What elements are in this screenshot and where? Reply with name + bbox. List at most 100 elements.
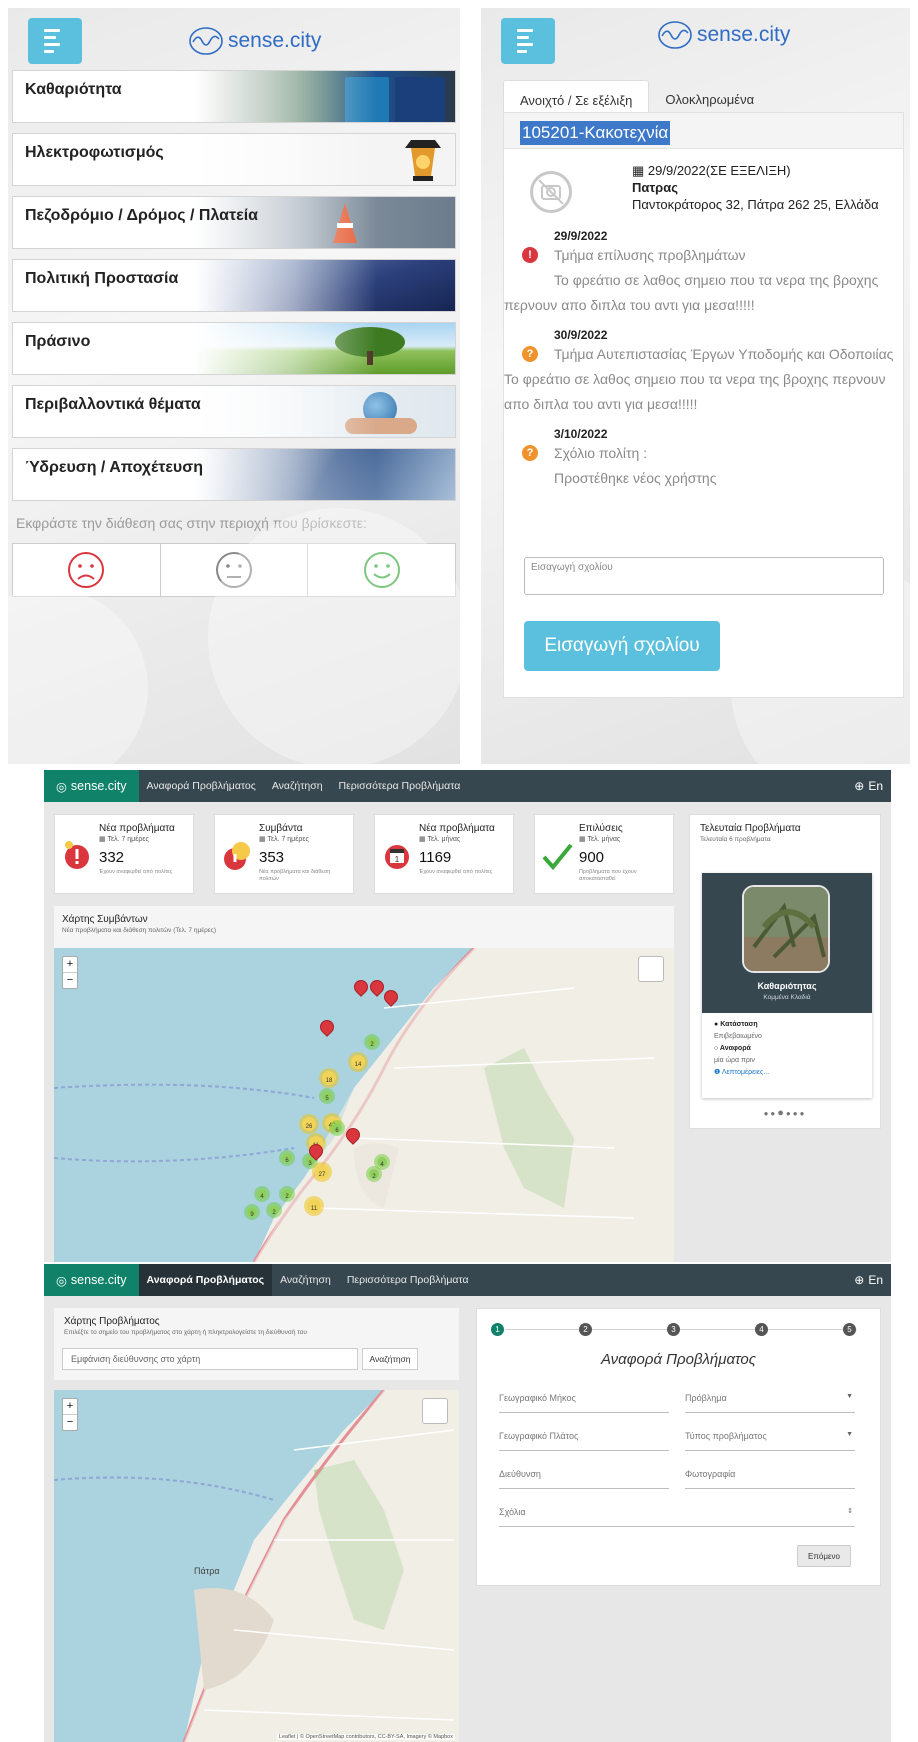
map-cluster[interactable]: 14 [348,1052,368,1072]
form-title: Αναφορά Προβλήματος [600,1351,757,1368]
menu-button[interactable] [28,18,82,64]
category-roads[interactable]: Πεζοδρόμιο / Δρόμος / Πλατεία [12,196,456,249]
timeline-department: Σχόλιο πολίτη : [554,445,648,461]
wave-logo-icon: ◎ [56,1273,67,1288]
map-cluster[interactable]: 6 [329,1120,345,1136]
problem-type-select[interactable]: Τύπος προβλήματος ▼ [685,1431,855,1451]
nav-item-more[interactable]: Περισσότερα Προβλήματα [339,1264,477,1296]
issue-date: ▦ 29/9/2022(ΣΕ ΕΞΕΛΙΞΗ) [632,163,791,179]
category-green[interactable]: Πράσινο [12,322,456,375]
zoom-out-button[interactable]: − [63,972,77,988]
timeline-date: 29/9/2022 [554,229,608,243]
map-tiles [54,1390,459,1742]
map-cluster[interactable]: 27 [312,1162,332,1182]
category-cleanliness[interactable]: Καθαριότητα [12,70,456,123]
issue-address: Παντοκράτορος 32, Πάτρα 262 25, Ελλάδα [632,197,879,212]
search-button[interactable]: Αναζήτηση [362,1348,418,1370]
menu-button[interactable] [501,18,555,64]
stat-title: Νέα προβλήματα [99,823,175,834]
map-cluster[interactable]: 2 [366,1166,382,1182]
category-label: Πράσινο [25,333,91,350]
nav-brand-text: sense.city [70,779,127,793]
problem-select[interactable]: Πρόβλημα ▼ [685,1393,855,1413]
svg-text:1: 1 [395,855,400,864]
layers-button[interactable] [638,956,664,982]
status-value: Επιβεβαιωμένο [714,1033,762,1040]
zoom-in-button[interactable]: + [63,1399,77,1414]
next-button[interactable]: Επόμενο [797,1545,851,1567]
step-1[interactable]: 1 [491,1323,504,1336]
language-switch[interactable]: ⊕ En [854,1273,883,1287]
step-5[interactable]: 5 [843,1323,856,1336]
stat-description: Προβλήματα που έχουν αποκατασταθεί [579,869,637,882]
stat-card-events: Συμβάντα ▦ Τελ. 7 ημέρες 353 Νέα προβλήμ… [214,814,354,894]
longitude-field[interactable]: Γεωγραφικό Μήκος [499,1393,669,1413]
carousel-dots[interactable]: ●●●●●● [690,1107,880,1119]
category-water[interactable]: Ύδρευση / Αποχέτευση [12,448,456,501]
category-civil-protection[interactable]: Πολιτική Προστασία [12,259,456,312]
latitude-field[interactable]: Γεωγραφικό Πλάτος [499,1431,669,1451]
nav-brand[interactable]: ◎ sense.city [44,770,139,802]
nav-item-search[interactable]: Αναζήτηση [272,1264,339,1296]
nav-brand[interactable]: ◎ sense.city [44,1264,139,1296]
zoom-out-button[interactable]: − [63,1414,77,1430]
timeline-date: 3/10/2022 [554,427,608,441]
language-switch[interactable]: ⊕ En [854,779,883,793]
language-label: En [868,1273,883,1287]
comments-field[interactable]: Σχόλια ⇕ [499,1507,855,1527]
map-attribution: Leaflet | © OpenStreetMap contributors, … [276,1734,455,1740]
address-field[interactable]: Διεύθυνση [499,1469,669,1489]
map-cluster[interactable]: 2 [266,1202,282,1218]
address-search-input[interactable]: Εμφάνιση διεύθυνσης στο χάρτη [62,1348,358,1370]
step-2[interactable]: 2 [579,1323,592,1336]
map-cluster[interactable]: 4 [254,1186,270,1202]
issue-title-bar: 105201-Κακοτεχνία [504,113,903,149]
map-cluster[interactable]: 6 [279,1150,295,1166]
events-map[interactable]: +− 2141852642611632742421192 [54,948,674,1262]
issue-card-header: Καθαριότητας Κομμένα Κλαδιά [702,873,872,1013]
map-cluster[interactable]: 18 [319,1068,339,1088]
issue-photo [742,885,830,973]
map-cluster[interactable]: 2 [279,1186,295,1202]
stat-title: Επιλύσεις [579,823,623,834]
cone-icon [333,203,357,243]
checkmark-icon [542,843,573,871]
stat-card-new-issues-week: Νέα προβλήματα ▦ Τελ. 7 ημέρες 332 Έχουν… [54,814,194,894]
problem-map[interactable]: Πάτρα + − Leaflet | © OpenStreetMap contr… [54,1390,459,1742]
comment-input[interactable]: Εισαγωγή σχολίου [524,557,884,595]
map-cluster[interactable]: 26 [299,1114,319,1134]
recent-issue-card[interactable]: Καθαριότητας Κομμένα Κλαδιά ● Κατάσταση … [702,873,872,1098]
details-link[interactable]: ❶ Λεπτομέρειες... [702,1067,872,1079]
add-comment-button[interactable]: Εισαγωγή σχολίου [524,621,720,671]
timeline-entry: 3/10/2022 ? Σχόλιο πολίτη : Προστέθηκε ν… [504,427,903,491]
category-label: Καθαριότητα [25,81,122,98]
language-label: En [868,779,883,793]
map-cluster[interactable]: 9 [244,1204,260,1220]
events-map-header: Χάρτης Συμβάντων Νέα προβλήματα και διάθ… [54,906,674,948]
zoom-in-button[interactable]: + [63,957,77,972]
wave-logo-icon [189,27,223,55]
step-4[interactable]: 4 [755,1323,768,1336]
photo-field[interactable]: Φωτογραφία [685,1469,855,1489]
status-label: ● Κατάσταση [714,1021,758,1028]
map-cluster[interactable]: 11 [304,1196,324,1216]
category-label: Πεζοδρόμιο / Δρόμος / Πλατεία [25,207,259,224]
nav-item-search[interactable]: Αναζήτηση [264,770,331,802]
layers-button[interactable] [422,1398,448,1424]
alert-icon: ! [522,247,538,263]
step-3[interactable]: 3 [667,1323,680,1336]
comments-label: Σχόλια [499,1507,526,1517]
wave-logo-icon [658,21,692,49]
background-bubble [8,588,148,764]
category-lighting[interactable]: Ηλεκτροφωτισμός [12,133,456,186]
trash-bins-image [195,71,455,122]
category-environment[interactable]: Περιβαλλοντικά θέματα [12,385,456,438]
no-photo-icon [530,171,572,213]
nav-item-report[interactable]: Αναφορά Προβλήματος [139,770,264,802]
nav-item-report[interactable]: Αναφορά Προβλήματος [138,1264,273,1296]
map-cluster[interactable]: 2 [364,1034,380,1050]
report-form: 1 2 3 4 5 Αναφορά Προβλήματος Γεωγραφικό… [476,1308,881,1586]
map-cluster[interactable]: 5 [319,1088,335,1104]
issue-subcategory: Κομμένα Κλαδιά [763,994,811,1001]
nav-item-more[interactable]: Περισσότερα Προβλήματα [331,770,469,802]
